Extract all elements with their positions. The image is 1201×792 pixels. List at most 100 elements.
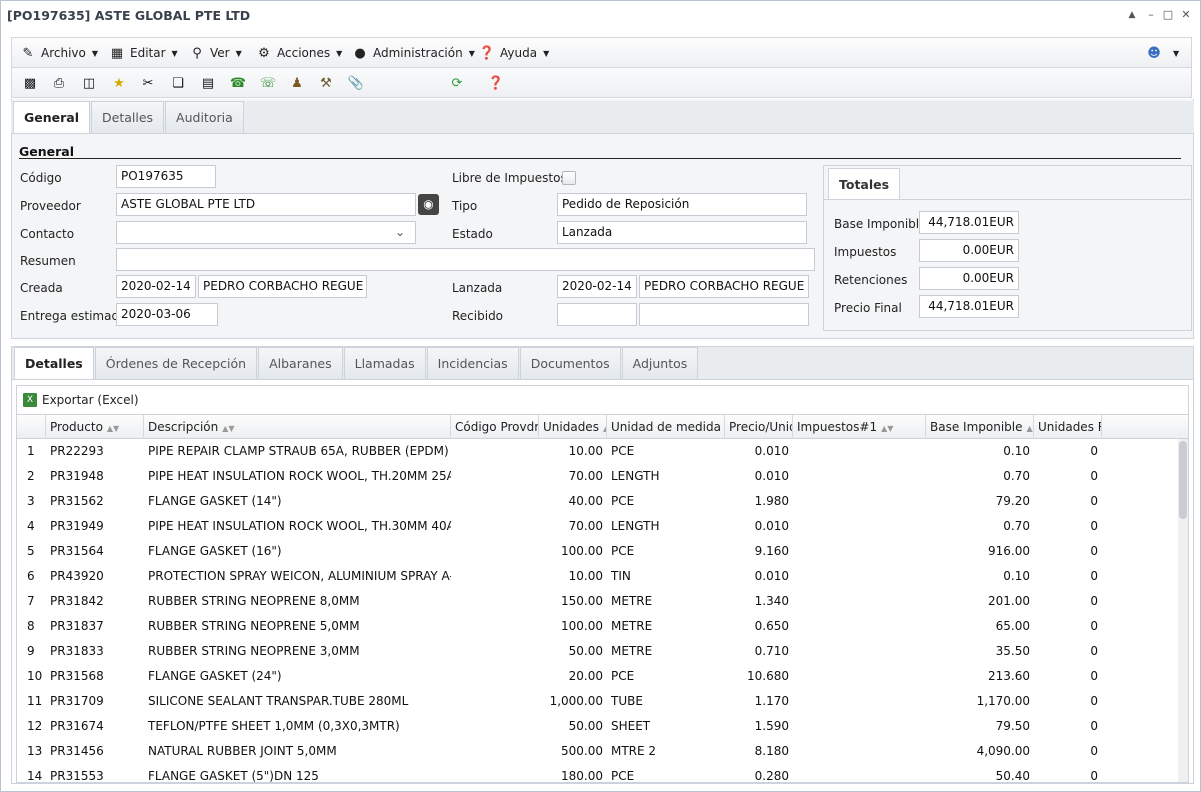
scrollbar-thumb[interactable] (1179, 441, 1187, 519)
column-header[interactable]: Descripción ▲▼ (144, 415, 451, 439)
table-cell (451, 514, 539, 539)
maximize-icon[interactable]: □ (1161, 7, 1175, 23)
lanzada-date-field[interactable]: 2020-02-14 (557, 275, 637, 298)
table-cell: 0.010 (754, 519, 789, 533)
tab-documentos[interactable]: Documentos (519, 347, 621, 379)
table-cell: 0 (1090, 744, 1098, 758)
table-row[interactable]: 3 PR31562 FLANGE GASKET (14") 40.00 PCE 1.980… (17, 489, 1177, 514)
column-header[interactable]: Unidades Re (1034, 415, 1102, 439)
tipo-field[interactable]: Pedido de Reposición (557, 193, 807, 216)
table-row[interactable]: 8 PR31837 RUBBER STRING NEOPRENE 5,0MM 100.… (17, 614, 1177, 639)
menu-ayuda[interactable]: ❓ Ayuda ▼ (479, 44, 549, 62)
recibido-user-field[interactable] (639, 303, 809, 326)
resumen-field[interactable] (116, 248, 815, 271)
column-header[interactable]: Precio/Unidad (725, 415, 793, 439)
table-row[interactable]: 5 PR31564 FLANGE GASKET (16") 100.00 PCE 9.16… (17, 539, 1177, 564)
retenciones-value: 0.00EUR (919, 267, 1019, 290)
tab-llamadas[interactable]: Llamadas (343, 347, 426, 379)
minimize-icon[interactable]: – (1144, 7, 1158, 23)
user-menu[interactable]: ☻ ▼ (1146, 44, 1179, 62)
codigo-field[interactable]: PO197635 (116, 165, 216, 188)
table-row[interactable]: 7 PR31842 RUBBER STRING NEOPRENE 8,0MM 150.… (17, 589, 1177, 614)
contacto-select[interactable] (116, 221, 416, 244)
lanzada-user-field[interactable]: PEDRO CORBACHO REGUE (639, 275, 809, 298)
label-impuestos: Impuestos (834, 245, 897, 259)
table-row[interactable]: 1 PR22293 PIPE REPAIR CLAMP STRAUB 65A, RU… (17, 439, 1177, 464)
export-excel-button[interactable]: X Exportar (Excel) (17, 386, 1188, 414)
tab-totales[interactable]: Totales (828, 168, 901, 200)
tab-auditoria[interactable]: Auditoria (165, 101, 244, 133)
recibido-date-field[interactable] (557, 303, 637, 326)
tab-detalles-lineas[interactable]: Detalles (14, 347, 94, 379)
table-row[interactable]: 10 PR31568 FLANGE GASKET (24") 20.00 PCE 10.6… (17, 664, 1177, 689)
tab-detalles[interactable]: Detalles (91, 101, 165, 133)
users-icon[interactable]: ♟ (288, 74, 306, 92)
row-number: 9 (27, 644, 35, 658)
call-up-icon[interactable]: ☎ (229, 74, 247, 92)
paste-icon[interactable]: ▤ (199, 74, 217, 92)
menu-administracion[interactable]: ● Administración ▼ (352, 44, 475, 62)
column-header[interactable]: Producto ▲▼ (46, 415, 144, 439)
favorite-icon[interactable]: ★ (110, 74, 128, 92)
table-cell: PIPE HEAT INSULATION ROCK WOOL, TH.20MM … (148, 469, 451, 483)
help-icon[interactable]: ❓ (487, 74, 505, 92)
copy-icon[interactable]: ❏ (169, 74, 187, 92)
table-row[interactable]: 14 PR31553 FLANGE GASKET (5")DN 125 180.00 P… (17, 764, 1177, 783)
collapse-icon[interactable]: ▲ (1125, 7, 1139, 23)
table-row[interactable]: 11 PR31709 SILICONE SEALANT TRANSPAR.TUBE … (17, 689, 1177, 714)
delete-icon[interactable]: ◫ (80, 74, 98, 92)
menu-archivo[interactable]: ✎ Archivo ▼ (20, 44, 98, 62)
save-icon[interactable]: ▩ (21, 74, 39, 92)
attach-icon[interactable]: 📎 (347, 74, 365, 92)
top-tab-strip: General Detalles Auditoria (11, 101, 1194, 134)
table-row[interactable]: 2 PR31948 PIPE HEAT INSULATION ROCK WOOL, … (17, 464, 1177, 489)
creada-user-field[interactable]: PEDRO CORBACHO REGUE (198, 275, 367, 298)
menu-acciones[interactable]: ⚙ Acciones ▼ (256, 44, 342, 62)
row-number: 6 (27, 569, 35, 583)
eye-icon[interactable]: ◉ (418, 194, 439, 215)
row-number: 12 (27, 719, 43, 733)
table-cell (451, 589, 539, 614)
menu-bar: ✎ Archivo ▼ ▦ Editar ▼ ⚲ Ver ▼ ⚙ Acciones ▼ ● Adm… (11, 37, 1192, 67)
table-row[interactable]: 13 PR31456 NATURAL RUBBER JOINT 5,0MM 500.0… (17, 739, 1177, 764)
call-down-icon[interactable]: ☏ (259, 74, 277, 92)
vertical-scrollbar[interactable] (1178, 439, 1188, 782)
table-cell: 0.10 (1003, 569, 1030, 583)
cut-icon[interactable]: ✂ (139, 74, 157, 92)
table-cell: 0 (1090, 544, 1098, 558)
table-cell (793, 564, 926, 589)
column-header[interactable]: Impuestos#1 ▲▼ (793, 415, 926, 439)
row-number: 1 (27, 444, 35, 458)
table-row[interactable]: 9 PR31833 RUBBER STRING NEOPRENE 3,0MM 50.0… (17, 639, 1177, 664)
tab-albaranes[interactable]: Albaranes (258, 347, 343, 379)
table-cell: 50.40 (995, 769, 1030, 783)
libre-impuestos-checkbox[interactable] (562, 171, 576, 185)
refresh-icon[interactable]: ⟳ (448, 74, 466, 92)
column-header[interactable]: Código Provdr. (451, 415, 539, 439)
tab-ordenes-recepcion[interactable]: Órdenes de Recepción (94, 347, 258, 379)
column-header[interactable]: Unidades▲▼ (539, 415, 607, 439)
table-cell: PR31842 (50, 594, 104, 608)
creada-date-field[interactable]: 2020-02-14 (116, 275, 196, 298)
table-row[interactable]: 6 PR43920 PROTECTION SPRAY WEICON, ALUMINI… (17, 564, 1177, 589)
tools-icon[interactable]: ⚒ (317, 74, 335, 92)
menu-ver[interactable]: ⚲ Ver ▼ (189, 44, 242, 62)
column-header[interactable]: Base Imponible▲▼ (926, 415, 1034, 439)
table-cell: 10.00 (568, 569, 603, 583)
print-icon[interactable]: ⎙ (50, 74, 68, 92)
tab-general[interactable]: General (13, 101, 90, 133)
table-row[interactable]: 4 PR31949 PIPE HEAT INSULATION ROCK WOOL, … (17, 514, 1177, 539)
column-header[interactable]: Unidad de medida▲▼ (607, 415, 725, 439)
table-row[interactable]: 12 PR31674 TEFLON/PTFE SHEET 1,0MM (0,3X0,… (17, 714, 1177, 739)
entrega-date-field[interactable]: 2020-03-06 (116, 303, 218, 326)
table-cell: PR31564 (50, 544, 104, 558)
close-icon[interactable]: ✕ (1179, 7, 1193, 23)
tab-adjuntos[interactable]: Adjuntos (621, 347, 699, 379)
label-retenciones: Retenciones (834, 273, 908, 287)
estado-field[interactable]: Lanzada (557, 221, 807, 244)
proveedor-field[interactable]: ASTE GLOBAL PTE LTD (116, 193, 416, 216)
details-panel: Detalles Órdenes de Recepción Albaranes … (11, 346, 1194, 784)
menu-editar[interactable]: ▦ Editar ▼ (109, 44, 178, 62)
tab-incidencias[interactable]: Incidencias (426, 347, 519, 379)
chevron-down-icon[interactable]: ⌄ (395, 225, 405, 239)
